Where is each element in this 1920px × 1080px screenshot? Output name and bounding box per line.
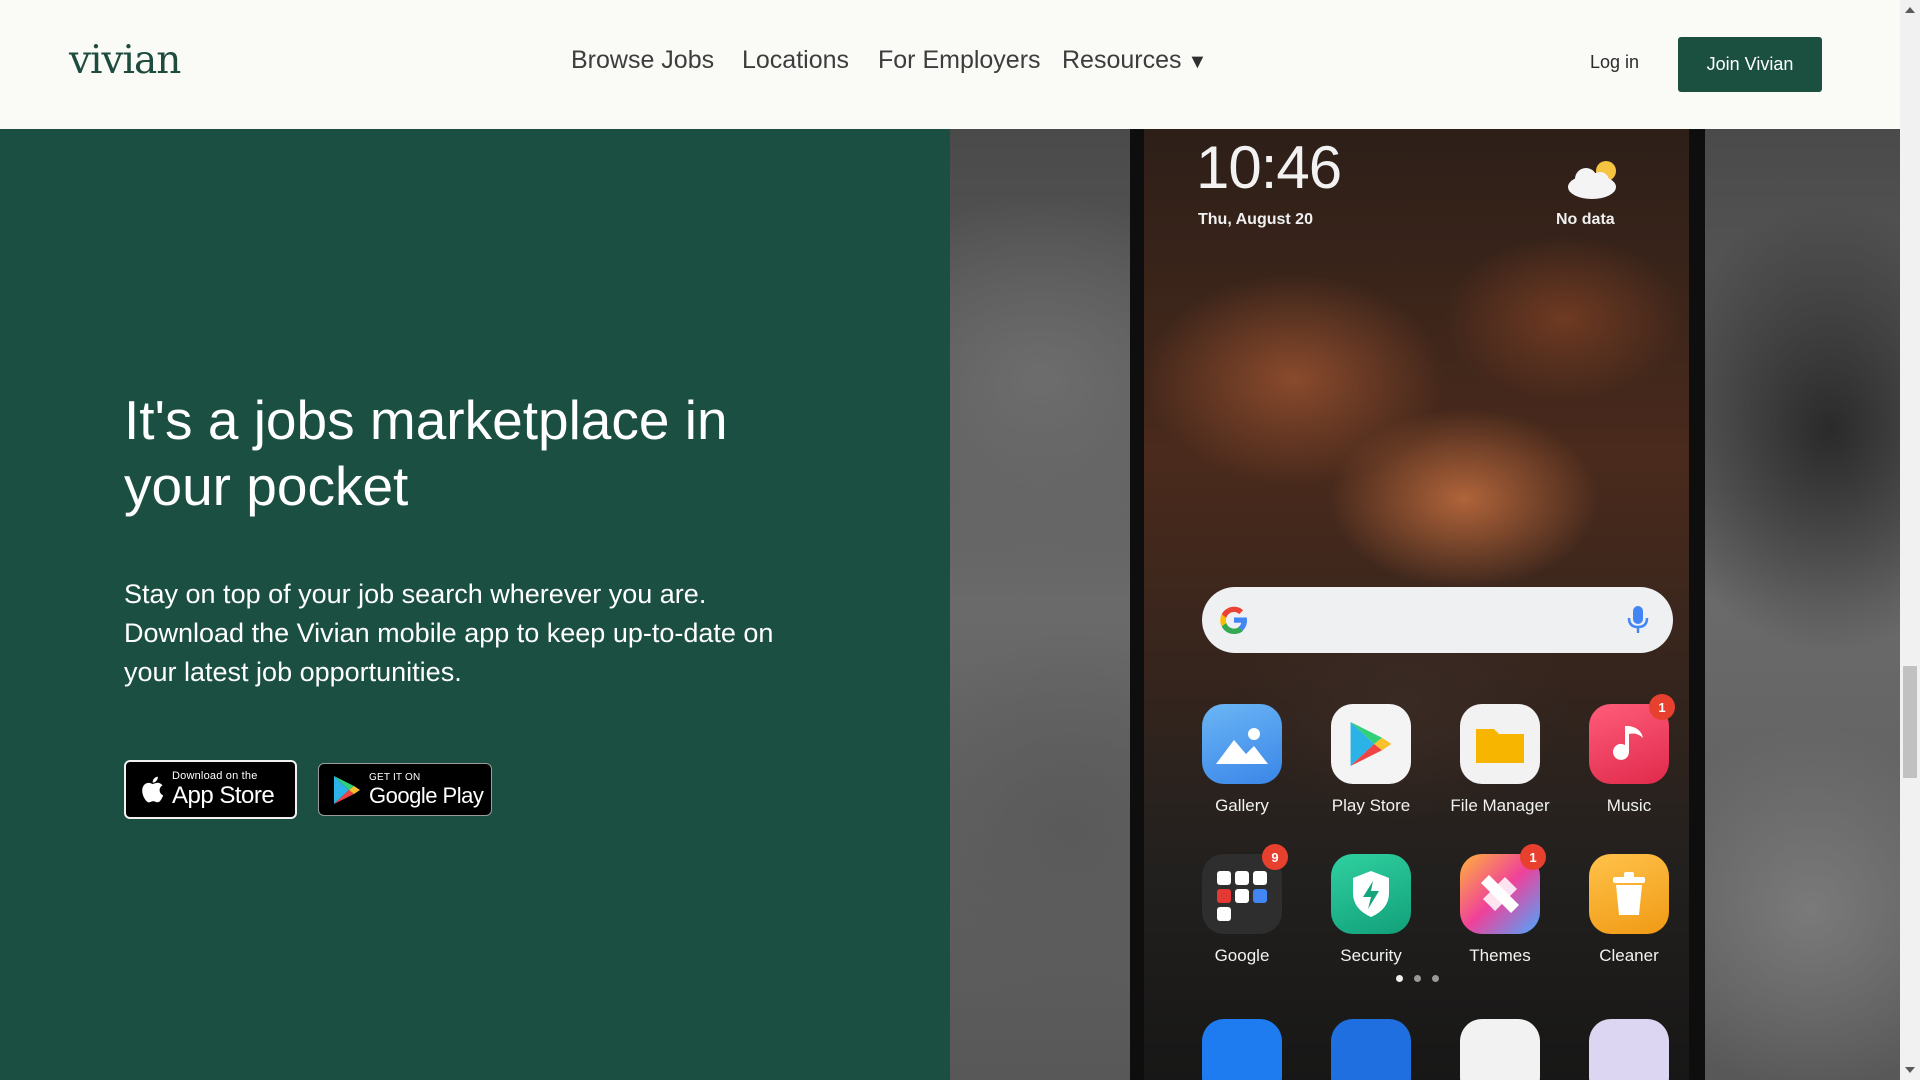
app-label: Cleaner <box>1599 946 1659 965</box>
nav-for-employers[interactable]: For Employers <box>878 46 1041 75</box>
google-play-badge-text: GET IT ON Google Play <box>369 771 484 808</box>
app-store-small-text: Download on the <box>172 770 258 782</box>
nav-browse-jobs[interactable]: Browse Jobs <box>571 46 714 75</box>
app-label: Security <box>1340 946 1402 965</box>
phone: 10:46 Thu, August 20 No data Gallery Pla… <box>1130 129 1705 1080</box>
site-header: vivian Browse Jobs Locations For Employe… <box>0 0 1900 129</box>
page-dot <box>1396 975 1403 982</box>
caret-down-icon: ▼ <box>1187 51 1208 73</box>
google-g-icon <box>1220 606 1247 634</box>
page-dot <box>1414 975 1421 982</box>
browser-app-icon <box>1460 1019 1540 1080</box>
login-link[interactable]: Log in <box>1590 52 1639 73</box>
phone-search-bar <box>1202 587 1673 653</box>
app-file-manager: File Manager <box>1450 704 1550 816</box>
nav-locations[interactable]: Locations <box>742 46 849 75</box>
app-security: Security <box>1321 854 1421 966</box>
app-label: File Manager <box>1450 796 1550 815</box>
messages-app-icon <box>1331 1019 1411 1080</box>
microphone-icon <box>1627 606 1649 633</box>
notification-badge: 1 <box>1520 844 1546 870</box>
phone-date: Thu, August 20 <box>1198 211 1313 228</box>
app-label: Themes <box>1469 946 1531 965</box>
scrollbar-thumb[interactable] <box>1903 666 1917 778</box>
page-indicator <box>1396 969 1450 987</box>
app-play-store: Play Store <box>1321 704 1421 816</box>
app-music: 1 Music <box>1579 694 1679 816</box>
google-play-big-text: Google Play <box>369 782 484 808</box>
scroll-up-arrow-icon[interactable] <box>1905 7 1915 13</box>
app-google-folder: 9 Google <box>1192 844 1292 966</box>
app-store-badge-text: Download on the App Store <box>172 770 275 809</box>
app-cleaner: Cleaner <box>1579 854 1679 966</box>
hero-phone-image: 10:46 Thu, August 20 No data Gallery Pla… <box>950 129 1900 1080</box>
google-folder-icon: 9 <box>1202 844 1288 934</box>
page-scrollbar[interactable] <box>1900 0 1920 1080</box>
themes-icon: 1 <box>1460 844 1546 934</box>
app-store-badge[interactable]: Download on the App Store <box>124 760 297 819</box>
phone-screen: 10:46 Thu, August 20 No data Gallery Pla… <box>1144 129 1689 1080</box>
security-icon <box>1331 854 1411 934</box>
nav-resources-label: Resources <box>1062 46 1182 74</box>
cleaner-icon <box>1589 854 1669 934</box>
folder-icon <box>1460 704 1540 784</box>
app-gallery: Gallery <box>1192 704 1292 816</box>
camera-app-icon <box>1589 1019 1669 1080</box>
scroll-down-arrow-icon[interactable] <box>1905 1067 1915 1073</box>
nav-resources[interactable]: Resources ▼ <box>1062 46 1207 75</box>
apple-icon <box>140 775 164 804</box>
google-play-small-text: GET IT ON <box>369 771 421 783</box>
hero-section: It's a jobs marketplace in your pocket S… <box>0 129 950 1080</box>
phone-clock: 10:46 <box>1196 134 1342 201</box>
play-store-icon <box>1331 704 1411 784</box>
app-label: Gallery <box>1215 796 1269 815</box>
app-label: Music <box>1606 796 1652 815</box>
music-icon: 1 <box>1589 694 1675 784</box>
app-label: Play Store <box>1331 796 1411 815</box>
app-themes: 1 Themes <box>1450 844 1550 966</box>
notification-badge: 9 <box>1262 844 1288 870</box>
gallery-icon <box>1202 704 1282 784</box>
vivian-logo[interactable]: vivian <box>69 38 181 83</box>
cloud-icon <box>1568 161 1616 199</box>
app-label: Google <box>1214 946 1270 965</box>
google-play-icon <box>333 775 361 805</box>
app-store-big-text: App Store <box>172 782 275 809</box>
notification-badge: 1 <box>1649 694 1675 720</box>
google-play-badge[interactable]: GET IT ON Google Play <box>318 763 492 816</box>
page-dot <box>1432 975 1439 982</box>
hero-description: Stay on top of your job search wherever … <box>124 579 774 687</box>
hero-title: It's a jobs marketplace in your pocket <box>124 389 728 517</box>
weather-status: No data <box>1556 211 1615 228</box>
join-vivian-button[interactable]: Join Vivian <box>1678 37 1822 92</box>
phone-app-icon <box>1202 1019 1282 1080</box>
